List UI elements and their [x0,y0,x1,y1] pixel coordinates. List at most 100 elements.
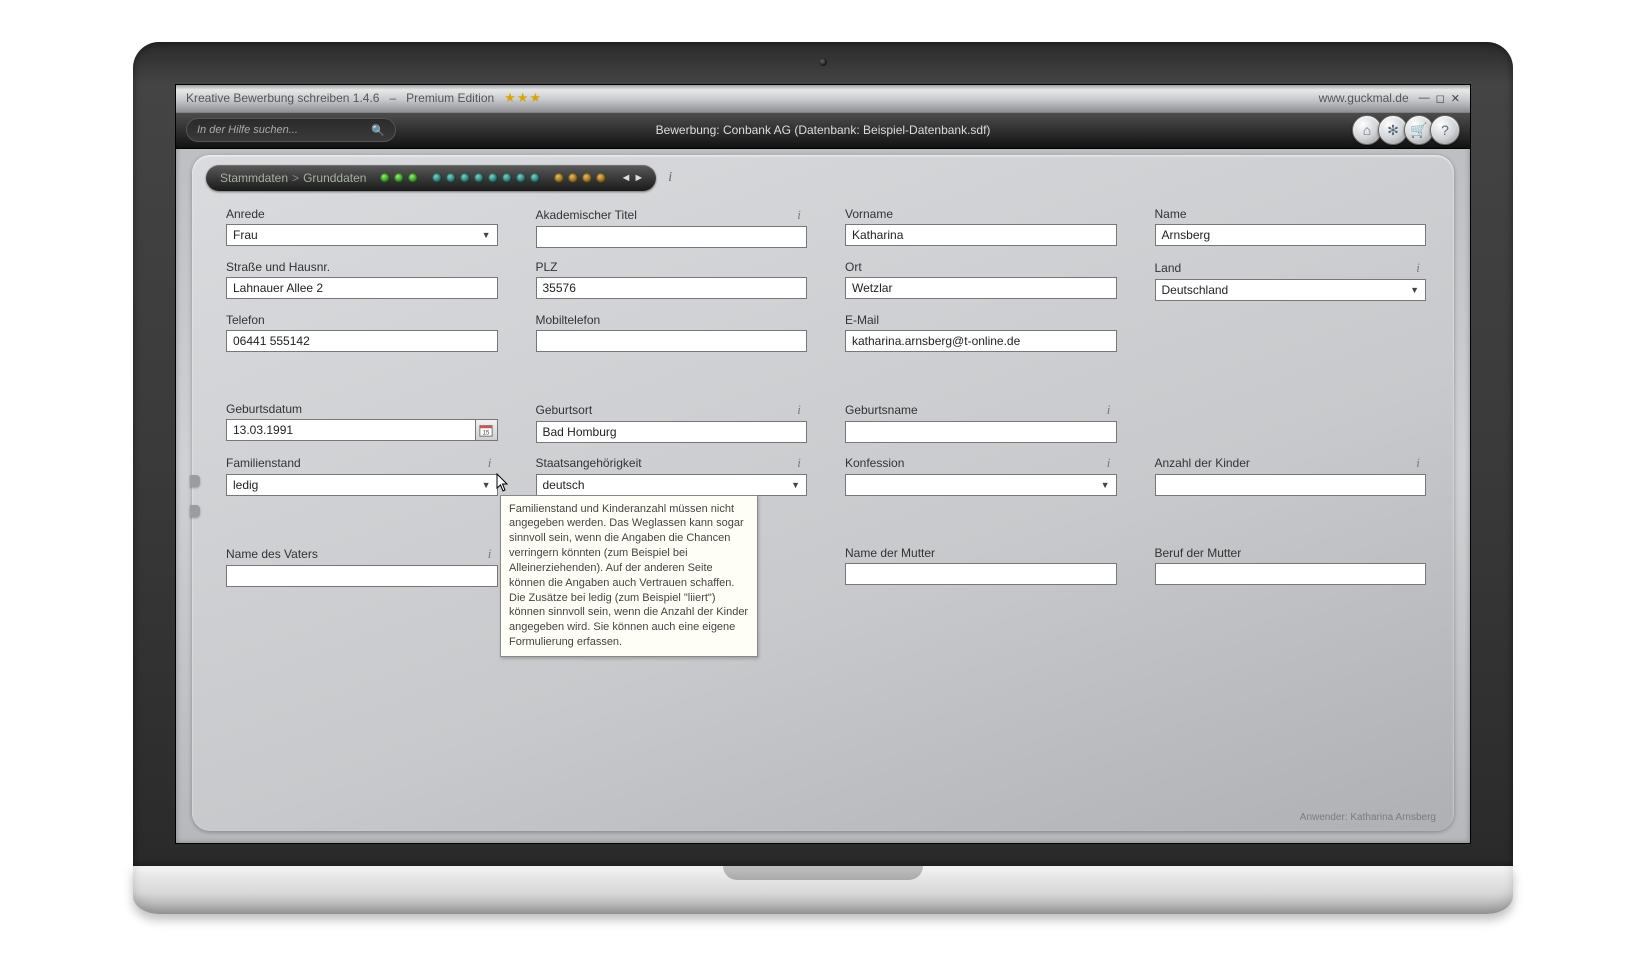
chevron-down-icon: ▼ [482,230,491,240]
step-dot-icon[interactable] [394,173,404,183]
info-icon[interactable]: i [793,455,805,471]
input-vater-name[interactable] [226,565,498,587]
website-link[interactable]: www.guckmal.de [1319,91,1409,105]
help-button[interactable]: ? [1430,115,1460,145]
info-icon[interactable]: i [484,546,496,562]
input-kinder[interactable] [1155,474,1427,496]
input-strasse[interactable]: Lahnauer Allee 2 [226,277,498,299]
info-icon[interactable]: i [1103,455,1115,471]
help-search-input[interactable]: In der Hilfe suchen... 🔍 [186,118,396,142]
select-land[interactable]: Deutschland ▼ [1155,279,1427,301]
label-mutter-beruf: Beruf der Mutter [1155,546,1242,560]
laptop-base [133,866,1513,914]
field-land: Landi Deutschland ▼ [1155,260,1427,301]
datepicker-button[interactable]: 15 [476,419,498,441]
titlebar: Kreative Bewerbung schreiben 1.4.6 – Pre… [176,85,1470,113]
tooltip-text: Familienstand und Kinderanzahl müssen ni… [509,503,748,649]
step-dot-icon[interactable] [446,173,456,183]
step-dot-icon[interactable] [554,173,564,183]
step-dot-icon[interactable] [596,173,606,183]
input-mobil[interactable] [536,330,808,352]
label-konfession: Konfession [845,456,904,470]
input-mutter-beruf[interactable] [1155,563,1427,585]
home-icon: ⌂ [1363,122,1371,138]
step-dot-icon[interactable] [530,173,540,183]
app-window: Kreative Bewerbung schreiben 1.4.6 – Pre… [175,84,1471,844]
mouse-cursor-icon [496,473,512,496]
step-dot-icon[interactable] [460,173,470,183]
laptop-frame: Kreative Bewerbung schreiben 1.4.6 – Pre… [133,42,1513,914]
breadcrumb-current[interactable]: Grunddaten [303,171,366,185]
select-staat[interactable]: deutsch ▼ [536,474,808,496]
close-button[interactable]: ✕ [1451,92,1460,105]
label-telefon: Telefon [226,313,265,327]
field-vater-name: Name des Vaters i [226,546,498,587]
label-ort: Ort [845,260,862,274]
step-dot-icon[interactable] [488,173,498,183]
field-plz: PLZ 35576 [536,260,808,301]
label-email: E-Mail [845,313,879,327]
input-titel[interactable] [536,226,808,248]
step-dot-icon[interactable] [582,173,592,183]
info-icon[interactable]: i [793,402,805,418]
input-name[interactable]: Arnsberg [1155,224,1427,246]
cart-icon: 🛒 [1410,122,1427,139]
app-title: Kreative Bewerbung schreiben 1.4.6 [186,91,379,105]
info-icon[interactable]: i [1412,455,1424,471]
info-icon[interactable]: i [793,207,805,223]
input-gebort[interactable]: Bad Homburg [536,421,808,443]
label-vater-name: Name des Vaters [226,547,318,561]
laptop-camera [819,58,827,66]
field-gebort: Geburtsorti Bad Homburg [536,402,808,443]
next-step-button[interactable]: ► [633,172,644,184]
step-dot-icon[interactable] [516,173,526,183]
breadcrumb: Stammdaten > Grunddaten [206,165,656,191]
step-dot-icon[interactable] [474,173,484,183]
minimize-button[interactable]: — [1419,92,1430,105]
title-sep: – [389,91,396,105]
step-dot-icon[interactable] [568,173,578,183]
input-gebdatum[interactable]: 13.03.1991 [226,419,476,441]
tooltip-familienstand: Familienstand und Kinderanzahl müssen ni… [500,495,758,657]
breadcrumb-sep: > [292,171,299,185]
chevron-down-icon: ▼ [482,480,491,490]
label-gebname: Geburtsname [845,403,918,417]
step-dot-icon[interactable] [432,173,442,183]
input-ort[interactable]: Wetzlar [845,277,1117,299]
input-mutter-name[interactable] [845,563,1117,585]
toolbar: In der Hilfe suchen... 🔍 Bewerbung: Conb… [176,113,1470,149]
svg-text:15: 15 [483,429,490,436]
field-kinder: Anzahl der Kinder i [1155,455,1427,496]
input-gebname[interactable] [845,421,1117,443]
help-icon: ? [1441,122,1449,138]
info-icon[interactable]: i [1412,260,1424,276]
select-konfession[interactable]: ▼ [845,474,1117,496]
chevron-down-icon: ▼ [1410,285,1419,295]
input-vorname[interactable]: Katharina [845,224,1117,246]
maximize-button[interactable]: ◻ [1436,92,1445,105]
input-email[interactable]: katharina.arnsberg@t-online.de [845,330,1117,352]
step-dot-icon[interactable] [502,173,512,183]
step-dot-icon[interactable] [408,173,418,183]
label-kinder: Anzahl der Kinder [1155,456,1250,470]
screen-bezel: Kreative Bewerbung schreiben 1.4.6 – Pre… [133,42,1513,866]
input-plz[interactable]: 35576 [536,277,808,299]
input-telefon[interactable]: 06441 555142 [226,330,498,352]
breadcrumb-root[interactable]: Stammdaten [220,171,288,185]
value-anrede: Frau [233,228,258,242]
step-dot-icon[interactable] [380,173,390,183]
prev-step-button[interactable]: ◄ [620,172,631,184]
info-icon[interactable]: i [1103,402,1115,418]
search-placeholder: In der Hilfe suchen... [197,124,298,136]
breadcrumb-nav-arrows: ◄ ► [620,172,644,184]
select-anrede[interactable]: Frau ▼ [226,224,498,246]
label-vorname: Vorname [845,207,893,221]
field-mutter-name: Name der Mutter [845,546,1117,587]
field-mutter-beruf: Beruf der Mutter [1155,546,1427,587]
breadcrumb-info-icon[interactable]: i [668,170,672,186]
info-icon[interactable]: i [484,455,496,471]
document-title: Bewerbung: Conbank AG (Datenbank: Beispi… [656,123,991,137]
field-famstand: Familienstandi ledig ▼ [226,455,498,496]
select-famstand[interactable]: ledig ▼ [226,474,498,496]
content-panel: Stammdaten > Grunddaten [192,155,1454,831]
